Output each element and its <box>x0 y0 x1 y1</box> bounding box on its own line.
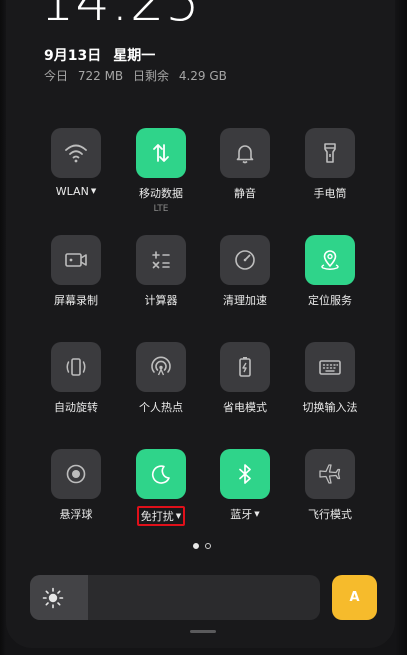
tile-airplane-mode[interactable]: 飞行模式 <box>280 449 380 539</box>
tile-label-floating-ball: 悬浮球 <box>59 508 93 521</box>
calculator-icon <box>152 251 170 269</box>
tile-label-location: 定位服务 <box>308 294 352 307</box>
floating-ball-icon <box>66 464 86 484</box>
bell-icon <box>236 145 254 164</box>
auto-rotate-icon <box>66 358 86 376</box>
drag-handle[interactable] <box>190 630 216 633</box>
tile-label-hotspot: 个人热点 <box>139 401 183 414</box>
page-dot-1[interactable] <box>193 543 199 549</box>
bluetooth-icon <box>239 464 251 484</box>
mute-toggle[interactable] <box>220 128 270 178</box>
chevron-down-icon: ▼ <box>254 510 260 518</box>
tile-label-screen-record: 屏幕录制 <box>54 294 98 307</box>
tile-label-bluetooth: 蓝牙 ▼ <box>230 508 260 521</box>
do-not-disturb-toggle[interactable] <box>136 449 186 499</box>
bluetooth-toggle[interactable] <box>220 449 270 499</box>
brightness-slider[interactable] <box>30 575 320 620</box>
tile-label-switch-input: 切换输入法 <box>302 401 358 414</box>
data-remaining-value: 4.29 GB <box>178 69 227 83</box>
moon-icon <box>151 465 170 484</box>
tile-flashlight[interactable]: 手电筒 <box>280 128 380 218</box>
auto-rotate-toggle[interactable] <box>51 342 101 392</box>
tile-label-battery-saver: 省电模式 <box>223 401 267 414</box>
speed-clean-icon <box>235 250 255 270</box>
calculator-button[interactable] <box>136 235 186 285</box>
tile-switch-input[interactable]: 切换输入法 <box>280 342 380 432</box>
data-remaining-label: 日剩余 <box>132 69 169 83</box>
page-indicator <box>193 543 211 549</box>
page-dot-2[interactable] <box>205 543 211 549</box>
tile-label-mute: 静音 <box>234 187 256 200</box>
tile-location[interactable]: 定位服务 <box>280 235 380 325</box>
hotspot-toggle[interactable] <box>136 342 186 392</box>
weekday-text: 星期一 <box>113 48 156 64</box>
flashlight-toggle[interactable] <box>305 128 355 178</box>
location-toggle[interactable] <box>305 235 355 285</box>
speed-clean-button[interactable] <box>220 235 270 285</box>
keyboard-icon <box>319 360 341 375</box>
battery-saver-icon <box>239 357 251 377</box>
tile-label-flashlight: 手电筒 <box>313 187 347 200</box>
switch-input-button[interactable] <box>305 342 355 392</box>
data-usage-row: 今日 722 MB 日剩余 4.29 GB <box>44 67 227 84</box>
date-text: 9月13日 <box>44 48 102 64</box>
tile-label-mobile-data: 移动数据 <box>139 187 183 200</box>
tile-label-do-not-disturb: 免打扰 ▼ <box>136 506 186 526</box>
hotspot-icon <box>151 356 171 376</box>
clock-time: 14:25 <box>40 0 201 33</box>
airplane-mode-toggle[interactable] <box>305 449 355 499</box>
date-row: 9月13日 星期一 <box>44 45 155 65</box>
data-today-label: 今日 <box>44 69 69 83</box>
wifi-icon <box>65 144 87 163</box>
tile-label-speed-clean: 清理加速 <box>223 294 267 307</box>
chevron-down-icon: ▼ <box>175 512 182 520</box>
screen-record-toggle[interactable] <box>51 235 101 285</box>
tile-label-airplane-mode: 飞行模式 <box>308 508 352 521</box>
location-icon <box>321 250 339 270</box>
tile-label-wlan: WLAN ▼ <box>55 185 97 198</box>
wlan-toggle[interactable] <box>51 128 101 178</box>
floating-ball-toggle[interactable] <box>51 449 101 499</box>
tile-label-auto-rotate: 自动旋转 <box>54 401 98 414</box>
mobile-data-toggle[interactable] <box>136 128 186 178</box>
tile-label-calculator: 计算器 <box>144 294 178 307</box>
airplane-icon <box>319 464 341 484</box>
battery-saver-toggle[interactable] <box>220 342 270 392</box>
screen-record-icon <box>65 253 87 267</box>
data-today-value: 722 MB <box>77 69 124 83</box>
mobile-data-icon <box>153 144 169 162</box>
flashlight-icon <box>324 143 336 163</box>
sun-icon <box>42 587 64 609</box>
chevron-down-icon: ▼ <box>90 187 97 195</box>
auto-brightness-button[interactable]: A <box>332 575 377 620</box>
